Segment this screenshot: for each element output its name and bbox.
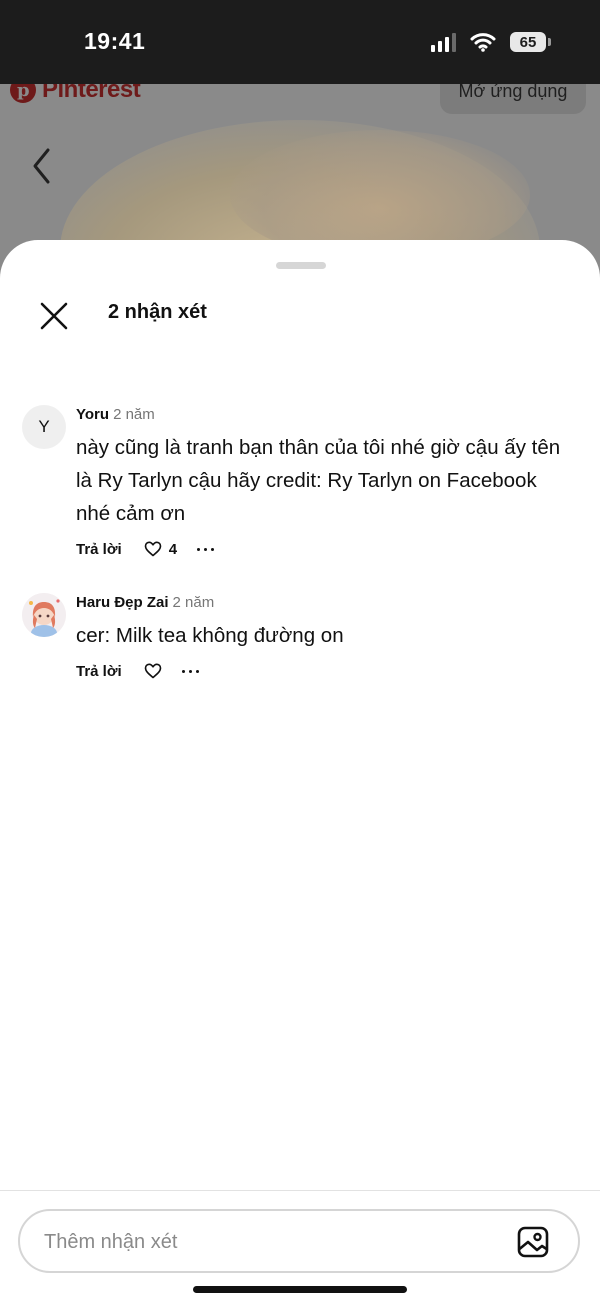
comment-text: này cũng là tranh bạn thân của tôi nhé g…: [76, 436, 561, 525]
signal-icon: [431, 32, 456, 52]
more-options-button[interactable]: [181, 660, 199, 682]
comment-text: cer: Milk tea không đường on: [76, 624, 344, 647]
status-bar: 19:41 65: [0, 0, 600, 84]
comment-author[interactable]: Haru Đẹp Zai: [76, 594, 169, 611]
battery-icon: 65: [510, 32, 551, 52]
sheet-title: 2 nhận xét: [108, 301, 207, 323]
comment-author[interactable]: Yoru: [76, 406, 109, 423]
anime-avatar-icon: [22, 593, 66, 637]
heart-icon: [144, 663, 161, 679]
like-count: 4: [168, 540, 178, 558]
reply-button[interactable]: Trả lời: [76, 663, 122, 680]
ellipsis-icon: [181, 669, 185, 673]
comment-body: Yoru 2 năm này cũng là tranh bạn thân của…: [76, 405, 576, 560]
like-button[interactable]: [144, 663, 162, 679]
close-button[interactable]: [34, 296, 74, 336]
ellipsis-icon: [197, 547, 201, 551]
close-icon: [40, 302, 68, 330]
avatar[interactable]: Y: [22, 405, 66, 449]
more-options-button[interactable]: [197, 538, 215, 560]
like-button[interactable]: 4: [144, 541, 177, 558]
status-time: 19:41: [84, 28, 146, 54]
composer-divider: [0, 1190, 600, 1191]
reply-button[interactable]: Trả lời: [76, 541, 122, 558]
wifi-icon: [470, 33, 496, 52]
comment-time: 2 năm: [172, 594, 215, 611]
sheet-grabber[interactable]: [276, 262, 326, 269]
comment-time: 2 năm: [113, 406, 155, 423]
comment-composer: [18, 1209, 580, 1273]
comment-meta: Yoru 2 năm: [76, 405, 576, 425]
comment-actions: Trả lời: [76, 660, 576, 682]
status-icons: 65: [431, 32, 551, 52]
comments-sheet: 2 nhận xét Y Yoru 2 năm này cũng là tranh…: [0, 240, 600, 1304]
battery-level: 65: [519, 33, 537, 51]
comment-body: Haru Đẹp Zai 2 năm cer: Milk tea không đư…: [76, 593, 576, 682]
image-icon[interactable]: [516, 1225, 550, 1259]
home-indicator[interactable]: [193, 1286, 407, 1293]
comment-meta: Haru Đẹp Zai 2 năm: [76, 593, 576, 613]
comment-input[interactable]: [42, 1223, 496, 1261]
avatar[interactable]: [22, 593, 66, 637]
heart-icon: [144, 541, 161, 557]
comment-actions: Trả lời 4: [76, 538, 576, 560]
avatar-initial: Y: [38, 417, 50, 436]
back-chevron-icon: [33, 148, 50, 184]
